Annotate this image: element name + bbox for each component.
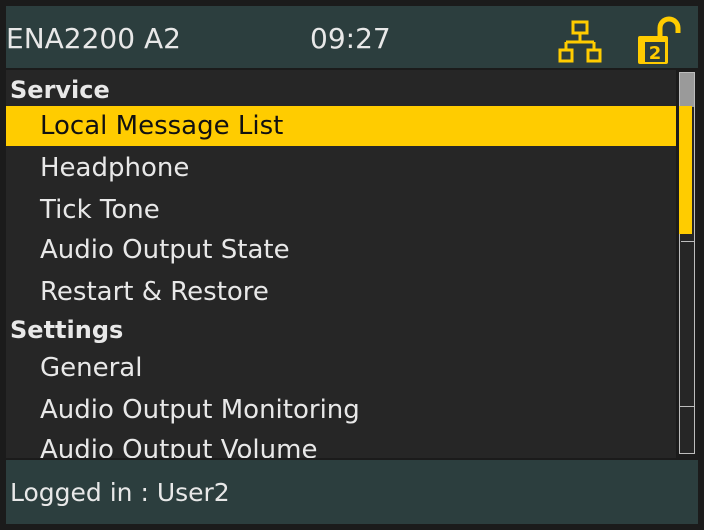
menu-item-audio-output-state[interactable]: Audio Output State [6,230,676,270]
scroll-track-lower [681,241,695,412]
menu-item-tick-tone[interactable]: Tick Tone [6,190,676,230]
menu-item-local-message-list[interactable]: Local Message List [6,106,676,146]
device-screen: ENA2200 A2 09:27 2 Service Local Message… [0,0,704,530]
status-footer: Logged in : User2 [6,460,698,524]
section-header-service: Service [10,76,110,104]
scrollbar[interactable] [677,70,698,458]
login-status: Logged in : User2 [10,478,230,507]
status-header: ENA2200 A2 09:27 2 [6,6,698,68]
unlock-icon: 2 [638,16,681,64]
scroll-thumb[interactable] [679,106,692,234]
menu-item-headphone[interactable]: Headphone [6,148,676,188]
device-name: ENA2200 A2 [6,22,181,55]
service-menu-list: Service Local Message List Headphone Tic… [6,70,676,458]
section-header-settings: Settings [10,316,124,344]
scroll-track-top [680,73,694,107]
menu-item-audio-output-volume[interactable]: Audio Output Volume [6,430,676,458]
scroll-track-bottom [680,406,694,453]
lock-level: 2 [649,43,662,64]
menu-item-audio-output-monitoring[interactable]: Audio Output Monitoring [6,390,676,430]
clock: 09:27 [310,22,391,55]
network-icon [558,20,602,63]
menu-item-general[interactable]: General [6,348,676,388]
menu-item-restart-restore[interactable]: Restart & Restore [6,272,676,312]
